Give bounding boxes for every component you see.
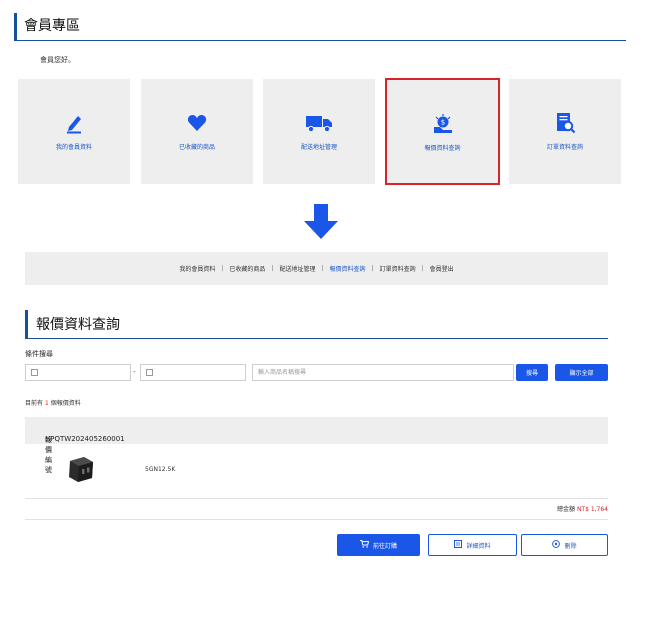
go-to-order-label: 前往訂購 — [372, 542, 397, 550]
calendar-icon — [146, 369, 153, 376]
detail-label: 詳細資料 — [466, 542, 491, 550]
arrow-down-icon — [303, 204, 339, 244]
card-label: 訂單資料查詢 — [546, 144, 583, 151]
date-range-separator: - — [133, 368, 136, 376]
total-label: 總金額 — [557, 506, 576, 513]
show-all-button[interactable]: 顯示全部 — [555, 364, 608, 381]
card-shipping-address[interactable]: 配送地址管理 — [263, 79, 375, 184]
results-suffix: 個報價資料 — [50, 400, 81, 407]
card-label: 配送地址管理 — [300, 144, 337, 151]
delete-label: 刪除 — [564, 542, 577, 550]
card-label: 報價資料查詢 — [424, 145, 461, 152]
card-favorites[interactable]: 已收藏的商品 — [141, 79, 253, 184]
page-title-text: 報價資料查詢 — [36, 317, 120, 333]
results-count: 目前有 1 個報價資料 — [25, 398, 81, 407]
document-icon — [454, 540, 463, 550]
delete-button[interactable]: 刪除 — [521, 534, 608, 556]
quote-icon: $ — [387, 113, 498, 137]
start-date-input[interactable] — [25, 364, 131, 381]
product-image — [64, 452, 98, 486]
nav-separator: | — [271, 265, 274, 272]
truck-icon — [263, 112, 375, 136]
page-title: 報價資料查詢 — [25, 310, 608, 339]
divider — [25, 498, 608, 499]
nav-shipping-address[interactable]: 配送地址管理 — [279, 264, 315, 273]
member-nav-bar: 我的會員資料 | 已收藏的商品 | 配送地址管理 | 報價資料查詢 | 訂單資料… — [25, 252, 608, 285]
nav-separator: | — [371, 265, 374, 272]
end-date-input[interactable] — [140, 364, 246, 381]
search-button[interactable]: 搜尋 — [516, 364, 548, 381]
results-count-number: 1 — [44, 400, 49, 407]
calendar-icon — [31, 369, 38, 376]
card-order-inquiry[interactable]: 訂單資料查詢 — [509, 79, 621, 184]
nav-separator: | — [421, 265, 424, 272]
total-value: NT$ 1,764 — [576, 506, 608, 513]
pencil-icon — [18, 112, 130, 136]
member-area-title: 會員專區 — [14, 13, 626, 41]
nav-separator: | — [221, 265, 224, 272]
nav-member-profile[interactable]: 我的會員資料 — [179, 264, 215, 273]
nav-order-inquiry[interactable]: 訂單資料查詢 — [380, 264, 416, 273]
product-name: 5GN12.5K — [145, 466, 176, 473]
card-label: 我的會員資料 — [55, 144, 92, 151]
remove-circle-icon — [552, 540, 561, 550]
filter-label: 條件搜尋 — [25, 350, 53, 358]
member-area-title-text: 會員專區 — [24, 18, 80, 34]
svg-text:$: $ — [440, 119, 444, 127]
nav-separator: | — [321, 265, 324, 272]
divider — [25, 519, 608, 520]
cart-icon — [359, 540, 370, 550]
go-to-order-button[interactable]: 前往訂購 — [337, 534, 420, 556]
card-quote-inquiry[interactable]: $ 報價資料查詢 — [385, 78, 500, 185]
nav-quote-inquiry[interactable]: 報價資料查詢 — [330, 264, 366, 273]
total-amount: 總金額 NT$ 1,764 — [557, 504, 608, 513]
detail-button[interactable]: 詳細資料 — [428, 534, 517, 556]
product-search-input[interactable]: 輸入商品名稱搜尋 — [252, 364, 514, 381]
greeting-text: 會員您好。 — [40, 56, 75, 64]
quote-header: 報價編號 HPQTW202405260001 — [25, 417, 608, 474]
results-prefix: 目前有 — [25, 400, 44, 407]
quote-number-value: HPQTW202405260001 — [45, 435, 125, 443]
heart-icon — [141, 112, 253, 136]
nav-logout[interactable]: 會員登出 — [430, 264, 454, 273]
nav-favorites[interactable]: 已收藏的商品 — [229, 264, 265, 273]
order-search-icon — [509, 112, 621, 136]
card-label: 已收藏的商品 — [178, 144, 215, 151]
card-member-profile[interactable]: 我的會員資料 — [18, 79, 130, 184]
